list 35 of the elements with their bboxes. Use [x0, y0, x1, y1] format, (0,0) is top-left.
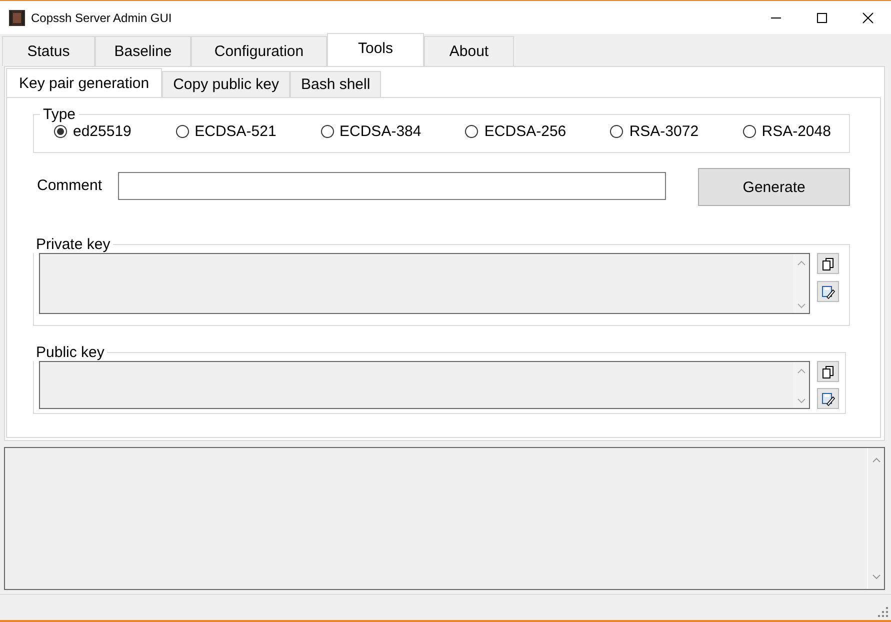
tab[interactable]: Tools: [327, 33, 424, 66]
group-title: Type: [42, 106, 77, 123]
generate-button[interactable]: Generate: [698, 168, 850, 206]
radio-label: RSA-3072: [629, 123, 699, 140]
comment-label: Comment: [37, 177, 104, 194]
radio-button[interactable]: [742, 125, 756, 138]
tab[interactable]: Configuration: [191, 36, 327, 66]
close-icon[interactable]: [862, 12, 874, 24]
save-icon[interactable]: [817, 388, 839, 409]
copy-icon[interactable]: [817, 361, 839, 382]
radio-label: ECDSA-521: [194, 123, 276, 140]
radio-label: RSA-2048: [762, 123, 831, 140]
app-icon: [9, 10, 25, 26]
group-title: Private key: [35, 236, 112, 253]
tab[interactable]: Baseline: [95, 36, 191, 66]
tab[interactable]: Status: [2, 36, 95, 66]
group-title: Public key: [35, 344, 106, 361]
radio-label: ECDSA-256: [484, 123, 566, 140]
radio-label: ed25519: [73, 123, 132, 140]
tab[interactable]: Bash shell: [290, 71, 382, 97]
radio-button[interactable]: [176, 125, 189, 138]
save-icon[interactable]: [817, 281, 839, 302]
radio-button[interactable]: [610, 125, 624, 138]
tab[interactable]: Key pair generation: [6, 68, 162, 97]
radio-button[interactable]: [54, 125, 67, 138]
window-title: Copssh Server Admin GUI: [31, 10, 172, 24]
resize-grip-icon[interactable]: [878, 607, 888, 617]
radio-button[interactable]: [320, 125, 334, 138]
tab[interactable]: Copy public key: [162, 71, 290, 97]
radio-label: ECDSA-384: [340, 123, 422, 140]
radio-button[interactable]: [465, 125, 478, 138]
comment-field[interactable]: [118, 172, 666, 200]
maximize-icon[interactable]: [816, 12, 828, 24]
copy-icon[interactable]: [817, 253, 839, 274]
tab[interactable]: About: [424, 36, 514, 66]
